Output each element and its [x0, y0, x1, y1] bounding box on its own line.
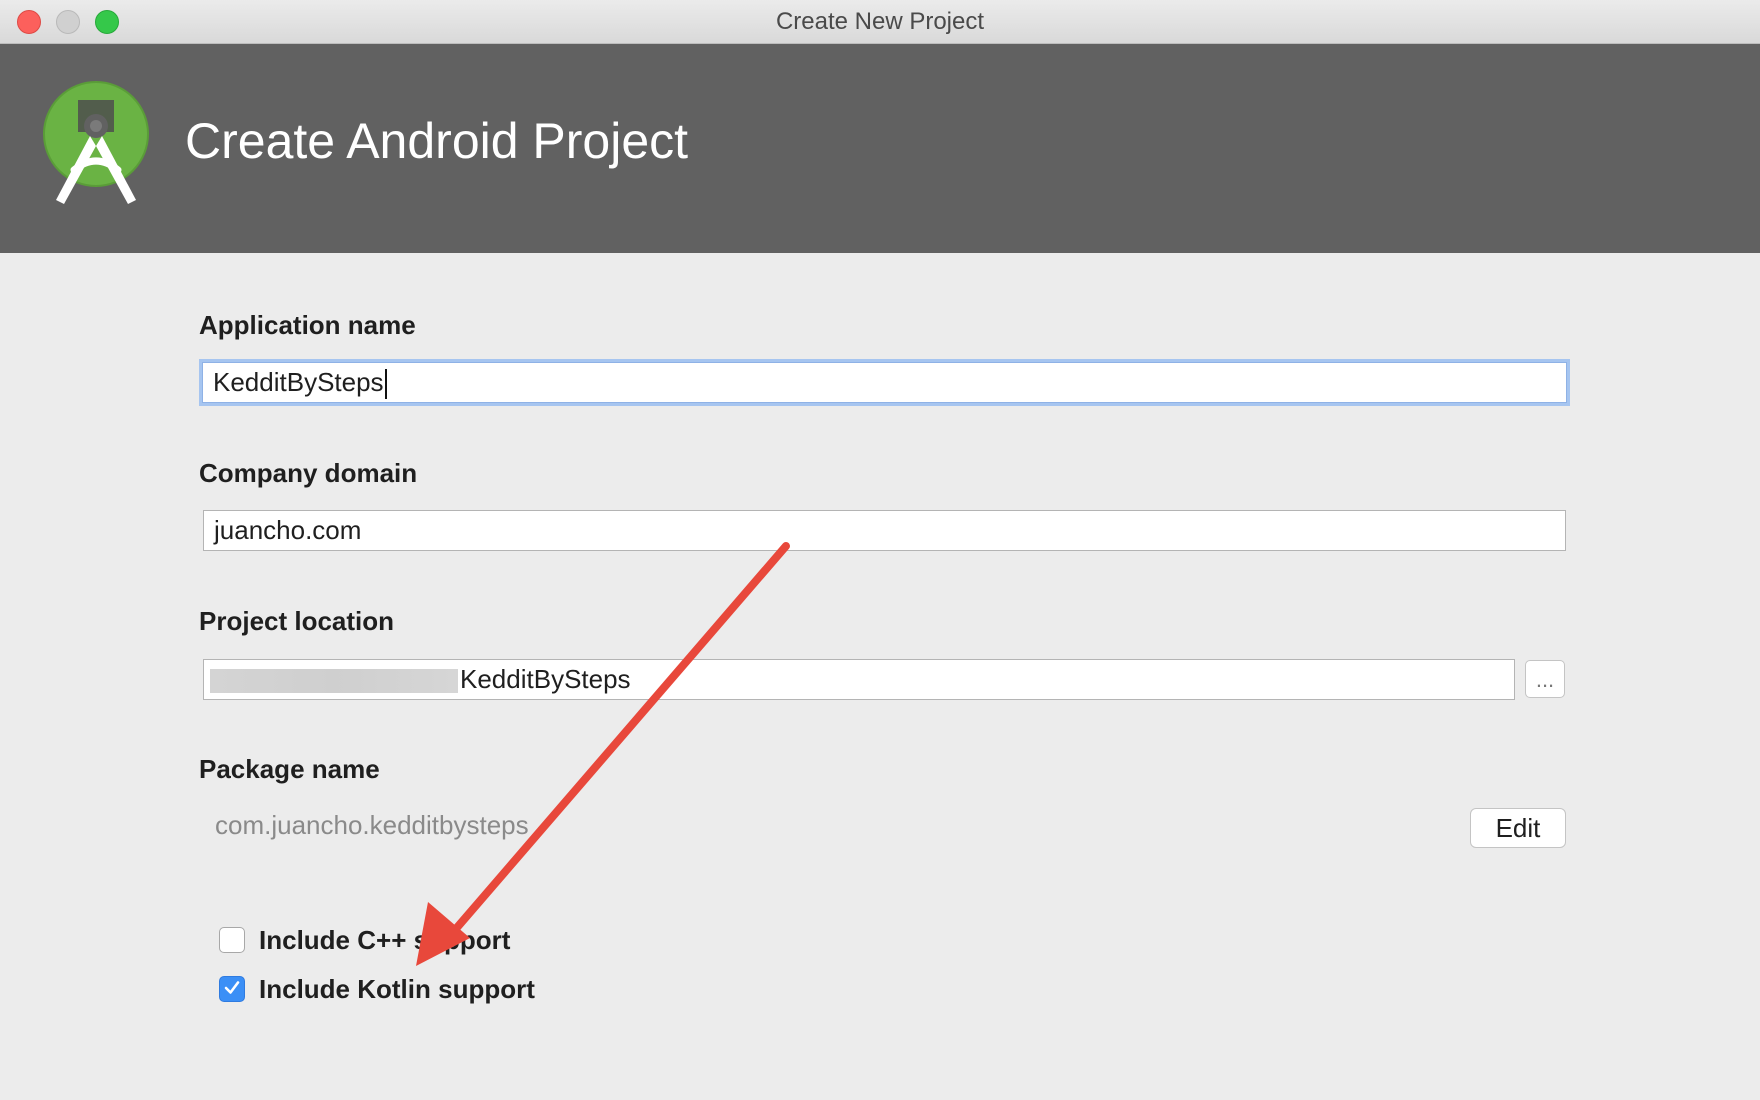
- checkmark-icon: [224, 981, 240, 994]
- redacted-path: [210, 669, 458, 694]
- company-domain-input[interactable]: juancho.com: [203, 510, 1566, 551]
- project-location-value: KedditBySteps: [460, 664, 631, 694]
- include-cpp-checkbox[interactable]: [219, 927, 245, 953]
- header-banner: Create Android Project: [0, 44, 1760, 253]
- package-name-label: Package name: [199, 754, 380, 784]
- project-location-label: Project location: [199, 606, 395, 636]
- browse-location-button[interactable]: ...: [1525, 660, 1565, 698]
- window-title: Create New Project: [775, 8, 985, 35]
- package-name-value: com.juancho.kedditbysteps: [215, 810, 529, 840]
- project-location-input[interactable]: KedditBySteps: [203, 659, 1515, 700]
- application-name-value: KedditBySteps: [213, 367, 384, 397]
- company-domain-value: juancho.com: [214, 515, 362, 545]
- application-name-label: Application name: [199, 310, 416, 340]
- include-kotlin-checkbox[interactable]: [219, 976, 245, 1002]
- include-cpp-label[interactable]: Include C++ support: [259, 925, 510, 956]
- application-name-input[interactable]: KedditBySteps: [202, 362, 1567, 403]
- text-caret: [384, 369, 387, 400]
- page-title: Create Android Project: [185, 113, 689, 169]
- include-kotlin-label[interactable]: Include Kotlin support: [259, 974, 535, 1005]
- edit-package-button[interactable]: Edit: [1470, 808, 1566, 848]
- android-studio-logo-icon: [43, 81, 149, 204]
- company-domain-label: Company domain: [199, 458, 418, 488]
- title-bar: Create New Project: [0, 0, 1760, 44]
- create-new-project-window: Create New Project Create Android Projec…: [0, 0, 1760, 1100]
